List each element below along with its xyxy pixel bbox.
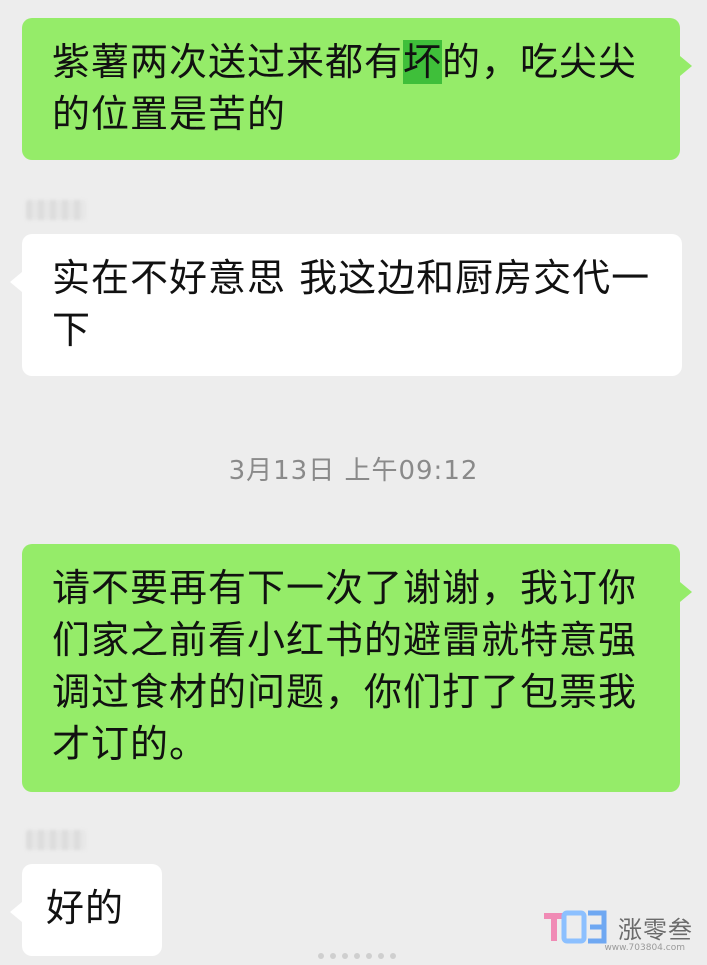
pager-dot bbox=[378, 953, 384, 959]
bubble-tail bbox=[680, 56, 692, 76]
pager-dot bbox=[354, 953, 360, 959]
sender-name-blurred bbox=[26, 830, 86, 850]
pager-dot bbox=[390, 953, 396, 959]
message-text: 请不要再有下一次了谢谢，我订你们家之前看小红书的避雷就特意强调过食材的问题，你们… bbox=[52, 566, 638, 766]
watermark-brand: 涨零叁 bbox=[618, 915, 693, 944]
watermark-logo-icon bbox=[542, 907, 612, 947]
message-bubble-outgoing[interactable]: 紫薯两次送过来都有坏的，吃尖尖的位置是苦的 bbox=[22, 18, 680, 160]
sender-name-blurred bbox=[26, 200, 86, 220]
message-bubble-outgoing[interactable]: 请不要再有下一次了谢谢，我订你们家之前看小红书的避雷就特意强调过食材的问题，你们… bbox=[22, 544, 680, 792]
pager-dots bbox=[318, 953, 398, 961]
message-text: 实在不好意思 我这边和厨房交代一下 bbox=[52, 256, 651, 352]
bubble-tail bbox=[10, 902, 22, 922]
message-text: 好的 bbox=[46, 886, 125, 930]
message-text: 紫薯两次送过来都有 bbox=[52, 40, 404, 84]
message-bubble-incoming[interactable]: 好的 bbox=[22, 864, 162, 956]
pager-dot bbox=[318, 953, 324, 959]
message-timestamp: 3月13日 上午09:12 bbox=[228, 456, 479, 486]
pager-dot bbox=[342, 953, 348, 959]
chat-thread: 紫薯两次送过来都有坏的，吃尖尖的位置是苦的 实在不好意思 我这边和厨房交代一下 … bbox=[0, 0, 707, 965]
bubble-tail bbox=[680, 582, 692, 602]
message-bubble-incoming[interactable]: 实在不好意思 我这边和厨房交代一下 bbox=[22, 234, 682, 376]
watermark-url: www.703804.com bbox=[604, 943, 685, 953]
pager-dot bbox=[366, 953, 372, 959]
pager-dot bbox=[330, 953, 336, 959]
bubble-tail bbox=[10, 272, 22, 292]
watermark: 涨零叁 bbox=[542, 907, 693, 947]
highlighted-text: 坏 bbox=[403, 40, 443, 84]
